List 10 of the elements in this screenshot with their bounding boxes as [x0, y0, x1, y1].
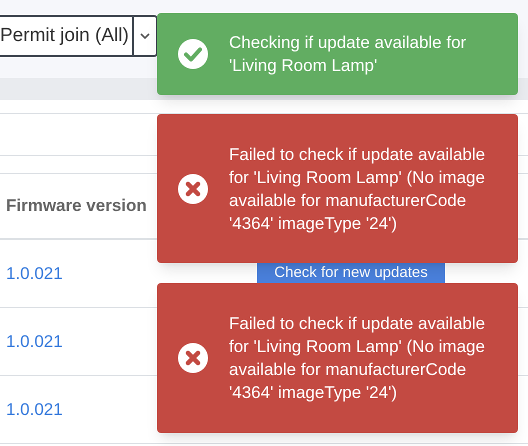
column-header: Firmware version — [5, 195, 147, 218]
error-circle-icon — [178, 174, 208, 204]
firmware-version-link[interactable]: 1.0.021 — [0, 396, 63, 422]
error-circle-icon — [178, 343, 208, 373]
firmware-version-link[interactable]: 1.0.021 — [0, 260, 63, 286]
toast-message: Failed to check if update available for 'Living Room Lamp' (No image available for manufacturerCode '4364' imageType '24') — [229, 144, 486, 234]
check-circle-icon — [178, 39, 208, 69]
toast-message: Checking if update available for 'Living Room Lamp' — [229, 32, 468, 77]
toast-message: Failed to check if update available for 'Living Room Lamp' (No image available for manufacturerCode '4364' imageType '24') — [229, 313, 486, 404]
firmware-version-link[interactable]: 1.0.021 — [0, 328, 63, 354]
